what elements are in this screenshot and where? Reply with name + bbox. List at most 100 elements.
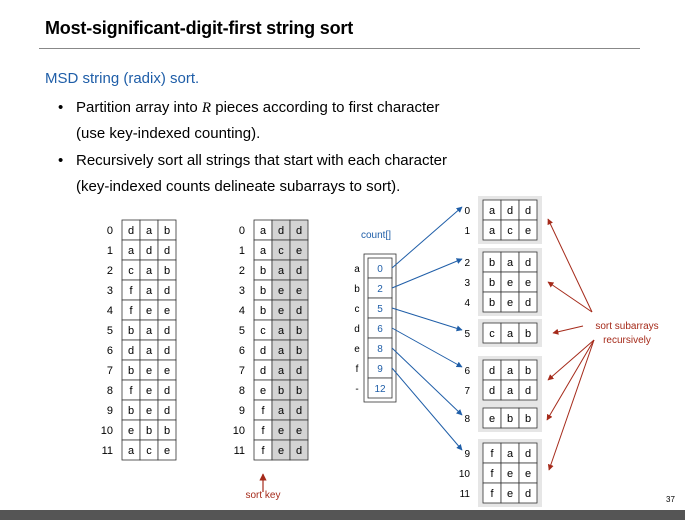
count-char: e	[354, 344, 360, 355]
subarray-3-char: a	[507, 365, 514, 377]
subarray-1-char: b	[489, 257, 495, 269]
sorted-array-char: d	[278, 225, 284, 237]
sorted-array-char: b	[296, 345, 302, 357]
original-array-char: c	[146, 445, 152, 457]
original-index: 2	[107, 265, 113, 277]
sorted-array-char: d	[296, 265, 302, 277]
subarray-0-char: c	[507, 225, 513, 237]
original-index: 7	[107, 365, 113, 377]
sorted-array-char: d	[260, 365, 266, 377]
count-value: 9	[377, 364, 383, 375]
count-char: a	[354, 264, 360, 275]
sorted-index: 11	[234, 445, 245, 457]
count-value: 8	[377, 344, 383, 355]
sorted-array-char: c	[260, 325, 266, 337]
subarray-4-char: b	[507, 413, 513, 425]
original-index: 11	[102, 445, 113, 457]
subarray-0-char: e	[525, 225, 531, 237]
sorted-array-char: d	[296, 225, 302, 237]
sorted-array-char: e	[278, 305, 284, 317]
subarray-4-char: e	[489, 413, 495, 425]
subarray-5-char: e	[507, 488, 513, 500]
original-array-char: b	[128, 365, 134, 377]
count-char: -	[355, 384, 358, 395]
original-array-char: d	[164, 345, 170, 357]
count-pointer-arrow	[391, 347, 463, 416]
subarray-0-char: d	[525, 205, 531, 217]
sorted-array-char: d	[296, 305, 302, 317]
original-index: 1	[107, 245, 113, 257]
count-value: 0	[377, 264, 383, 275]
count-array-label: count[]	[361, 230, 391, 241]
count-char: b	[354, 284, 360, 295]
count-value: 5	[377, 304, 383, 315]
subarray-1-char: a	[507, 257, 514, 269]
sorted-index: 1	[239, 245, 245, 257]
sorted-index: 4	[239, 305, 245, 317]
subarray-1-char: d	[525, 257, 531, 269]
original-array-char: e	[146, 305, 152, 317]
original-array-char: d	[164, 245, 170, 257]
sorted-array-char: d	[296, 405, 302, 417]
original-index: 3	[107, 285, 113, 297]
sorted-array-char: e	[260, 385, 266, 397]
slide: Most-significant-digit-first string sort…	[0, 0, 685, 520]
sorted-index: 6	[239, 345, 245, 357]
count-value: 6	[377, 324, 383, 335]
original-array-char: a	[146, 225, 153, 237]
sorted-array-char: a	[260, 225, 267, 237]
subarray-2-char: c	[489, 328, 495, 340]
recurse-label-line1: sort subarrays	[595, 321, 658, 332]
subarray-0-char: a	[489, 225, 496, 237]
original-array-char: d	[128, 225, 134, 237]
sort-key-label: sort key	[245, 490, 280, 501]
original-index: 6	[107, 345, 113, 357]
subarray-5-char: e	[525, 468, 531, 480]
original-array-char: a	[146, 325, 153, 337]
sorted-array-char: a	[278, 345, 285, 357]
original-array-char: c	[128, 265, 134, 277]
bottom-bar	[0, 510, 685, 520]
sorted-array-char: b	[296, 385, 302, 397]
original-array-char: e	[146, 385, 152, 397]
original-array-char: b	[128, 405, 134, 417]
sorted-array-char: b	[296, 325, 302, 337]
sorted-index: 5	[239, 325, 245, 337]
sorted-array-char: e	[296, 285, 302, 297]
subarray-index: 3	[464, 278, 470, 289]
count-char: d	[354, 324, 360, 335]
original-array-char: e	[164, 445, 170, 457]
subarray-index: 6	[464, 366, 470, 377]
sorted-array-char: a	[278, 365, 285, 377]
original-array-char: a	[146, 265, 153, 277]
sorted-index: 7	[239, 365, 245, 377]
sorted-array-char: a	[260, 245, 267, 257]
sorted-array-char: b	[260, 285, 266, 297]
sorted-array-char: e	[278, 425, 284, 437]
subarray-3-char: a	[507, 385, 514, 397]
recurse-label-line2: recursively	[603, 335, 651, 346]
sorted-index: 3	[239, 285, 245, 297]
original-array-char: d	[164, 325, 170, 337]
subarray-5-char: e	[507, 468, 513, 480]
subarray-index: 0	[464, 206, 470, 217]
original-array-char: b	[128, 325, 134, 337]
original-index: 9	[107, 405, 113, 417]
original-index: 5	[107, 325, 113, 337]
subarray-3-char: d	[525, 385, 531, 397]
subarray-1-char: b	[489, 297, 495, 309]
subarray-1-char: e	[507, 297, 513, 309]
subarray-1-char: e	[525, 277, 531, 289]
original-index: 8	[107, 385, 113, 397]
count-char: c	[355, 304, 360, 315]
original-index: 10	[101, 425, 113, 437]
sorted-array-char: d	[296, 445, 302, 457]
sorted-index: 0	[239, 225, 245, 237]
subarray-4-char: b	[525, 413, 531, 425]
subarray-3-char: d	[489, 365, 495, 377]
original-array-char: a	[146, 285, 153, 297]
count-value: 12	[374, 384, 386, 395]
count-pointer-arrow	[391, 206, 463, 269]
msd-sort-diagram: 0 d a b1 a d d2 c a b3 f a d4 f e e5 b a d6 d a d7 b e e8 f e d9 b e d…	[101, 196, 659, 507]
original-array-char: e	[128, 425, 134, 437]
